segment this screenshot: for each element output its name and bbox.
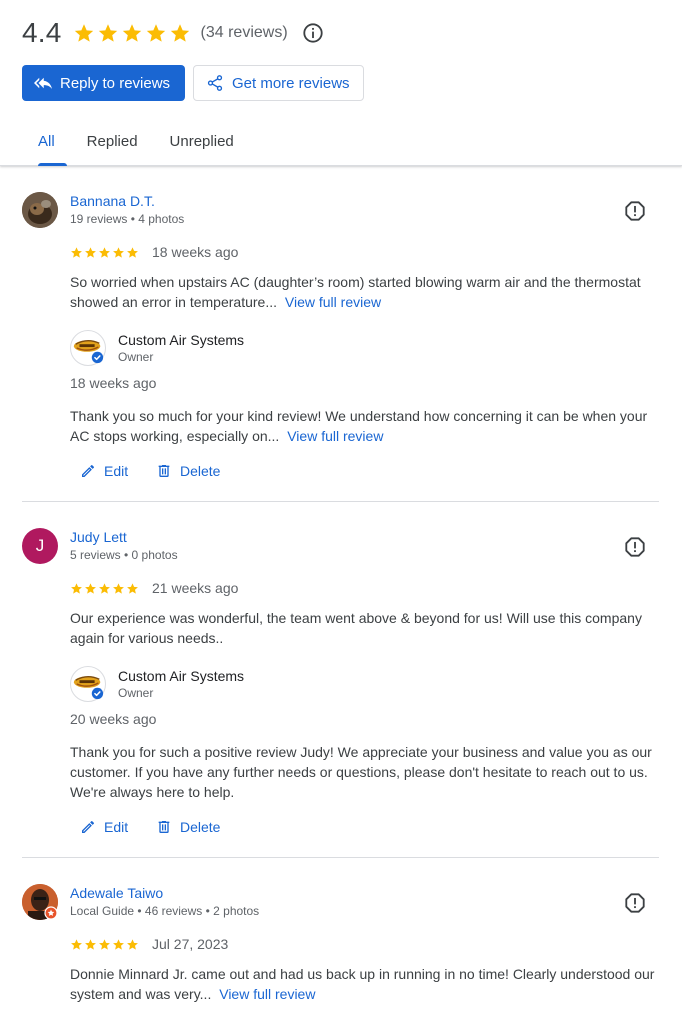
reviewer-name[interactable]: Adewale Taiwo: [70, 885, 163, 901]
flag-icon[interactable]: [624, 892, 646, 914]
star-icon: [98, 582, 111, 595]
review-date: 18 weeks ago: [152, 244, 239, 260]
review-date: Jul 27, 2023: [152, 936, 229, 952]
trash-icon: [156, 819, 172, 835]
delete-label: Delete: [180, 463, 221, 479]
edit-reply-button[interactable]: Edit: [80, 819, 128, 835]
average-rating: 4.4: [22, 17, 62, 48]
get-more-reviews-label: Get more reviews: [232, 74, 350, 92]
view-full-reply-link[interactable]: View full review: [287, 428, 383, 444]
business-logo: [70, 330, 106, 366]
star-icon: [84, 246, 97, 259]
owner-name: Custom Air Systems: [118, 668, 245, 684]
avatar[interactable]: J: [22, 528, 58, 564]
review-divider: [22, 857, 659, 858]
reply-text: Thank you so much for your kind review! …: [70, 406, 660, 446]
star-icon: [70, 246, 83, 259]
delete-reply-button[interactable]: Delete: [156, 463, 220, 479]
star-icon: [126, 582, 139, 595]
reviewer-name[interactable]: Judy Lett: [70, 529, 127, 545]
dog-photo-avatar: [22, 192, 58, 228]
star-icon: [70, 938, 83, 951]
reviewer-meta: Local Guide • 46 reviews • 2 photos: [70, 904, 260, 918]
reviewer-meta: 19 reviews • 4 photos: [70, 212, 185, 226]
star-icon: [70, 582, 83, 595]
view-full-review-link[interactable]: View full review: [285, 294, 381, 310]
star-icon: [121, 22, 143, 44]
review-divider: [22, 501, 659, 502]
avatar[interactable]: [22, 192, 58, 228]
reply-to-reviews-button[interactable]: Reply to reviews: [22, 65, 185, 101]
info-icon[interactable]: [302, 22, 324, 44]
reviews-header: 4.4 (34 reviews) Reply to reviews Get mo…: [0, 0, 682, 166]
review-count: (34 reviews): [200, 24, 288, 41]
star-icon: [73, 22, 95, 44]
reviewer-name[interactable]: Bannana D.T.: [70, 193, 155, 209]
get-more-reviews-button[interactable]: Get more reviews: [193, 65, 364, 101]
reply-text: Thank you for such a positive review Jud…: [70, 742, 660, 802]
review-rating: Jul 27, 2023: [70, 936, 228, 952]
view-full-review-link[interactable]: View full review: [219, 986, 315, 1002]
star-icon: [169, 22, 191, 44]
star-icon: [112, 938, 125, 951]
delete-label: Delete: [180, 819, 221, 835]
avatar-letter: J: [35, 536, 45, 555]
flag-icon[interactable]: [624, 200, 646, 222]
reply-text-body: Thank you for such a positive review Jud…: [70, 744, 652, 800]
avatar[interactable]: [22, 884, 58, 920]
owner-role: Owner: [118, 686, 154, 700]
star-icon: [112, 246, 125, 259]
reply-all-icon: [34, 77, 52, 89]
star-icon: [145, 22, 167, 44]
review-text: Donnie Minnard Jr. came out and had us b…: [70, 964, 660, 1004]
rating-stars: [73, 22, 193, 44]
review-rating: 18 weeks ago: [70, 244, 238, 260]
review-date: 21 weeks ago: [152, 580, 239, 596]
edit-label: Edit: [104, 463, 129, 479]
tab-replied[interactable]: Replied: [71, 123, 154, 166]
star-icon: [98, 246, 111, 259]
star-icon: [97, 22, 119, 44]
rating-summary: 4.4 (34 reviews): [22, 17, 324, 49]
person-photo-avatar: [22, 884, 58, 920]
star-icon: [84, 582, 97, 595]
trash-icon: [156, 463, 172, 479]
tab-unreplied[interactable]: Unreplied: [154, 123, 250, 166]
pencil-icon: [80, 819, 96, 835]
review-text: So worried when upstairs AC (daughter’s …: [70, 272, 660, 312]
owner-name: Custom Air Systems: [118, 332, 245, 348]
pencil-icon: [80, 463, 96, 479]
business-logo: [70, 666, 106, 702]
review-filter-tabs: All Replied Unreplied: [22, 123, 250, 166]
review-text: Our experience was wonderful, the team w…: [70, 608, 660, 648]
review-text-body: Donnie Minnard Jr. came out and had us b…: [70, 966, 655, 1002]
edit-label: Edit: [104, 819, 129, 835]
star-icon: [126, 246, 139, 259]
star-icon: [126, 938, 139, 951]
reviewer-meta: 5 reviews • 0 photos: [70, 548, 178, 562]
tab-all[interactable]: All: [22, 123, 71, 166]
review-rating: 21 weeks ago: [70, 580, 238, 596]
star-icon: [112, 582, 125, 595]
flag-icon[interactable]: [624, 536, 646, 558]
star-icon: [98, 938, 111, 951]
review-text-body: Our experience was wonderful, the team w…: [70, 610, 642, 646]
star-icon: [84, 938, 97, 951]
delete-reply-button[interactable]: Delete: [156, 819, 220, 835]
reply-date: 20 weeks ago: [70, 711, 157, 727]
reply-date: 18 weeks ago: [70, 375, 157, 391]
edit-reply-button[interactable]: Edit: [80, 463, 128, 479]
share-icon: [207, 75, 223, 91]
owner-role: Owner: [118, 350, 154, 364]
reply-to-reviews-label: Reply to reviews: [60, 74, 171, 92]
